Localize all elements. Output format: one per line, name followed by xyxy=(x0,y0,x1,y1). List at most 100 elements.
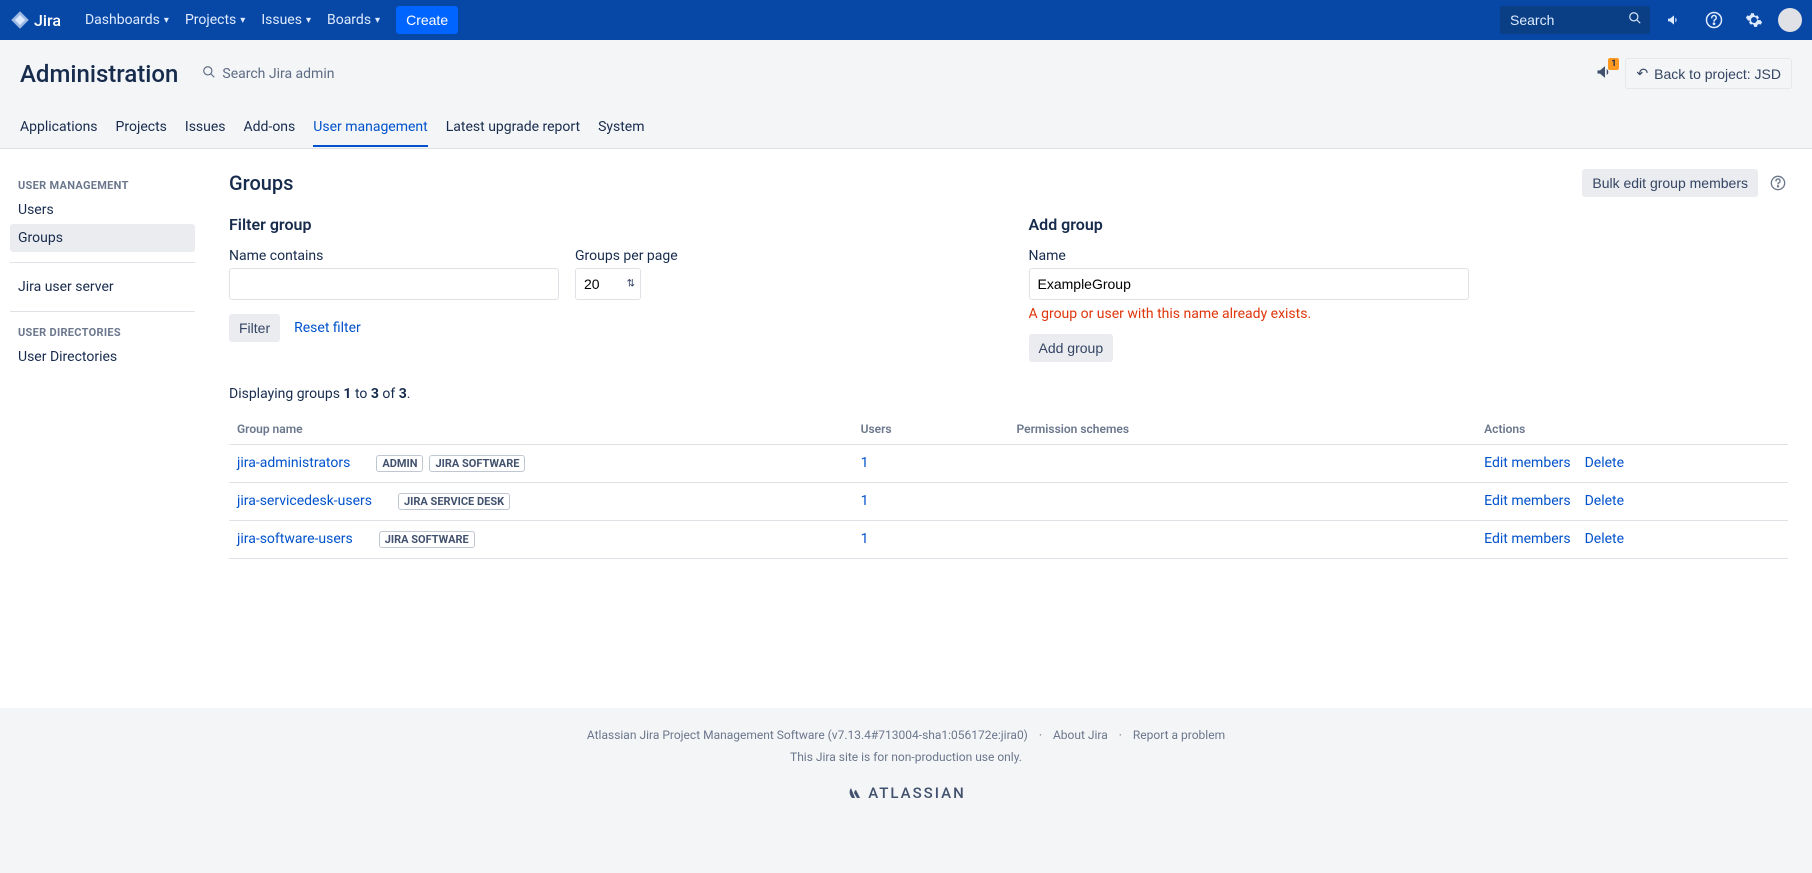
table-row: jira-servicedesk-users JIRA SERVICE DESK 1… xyxy=(229,483,1788,521)
edit-members-link[interactable]: Edit members xyxy=(1484,531,1570,547)
report-problem-link[interactable]: Report a problem xyxy=(1133,728,1225,742)
search-icon xyxy=(202,65,216,83)
group-badge: JIRA SOFTWARE xyxy=(429,455,525,472)
group-badge: JIRA SERVICE DESK xyxy=(398,493,510,510)
feedback-badge: 1 xyxy=(1608,58,1619,70)
permission-schemes-cell xyxy=(1008,445,1476,483)
topbar-nav: Dashboards▾ Projects▾ Issues▾ Boards▾ Cr… xyxy=(77,0,1500,40)
sidebar: USER MANAGEMENTUsersGroups Jira user serv… xyxy=(0,149,205,708)
back-to-project-button[interactable]: ↶ Back to project: JSD xyxy=(1625,58,1792,89)
help-icon[interactable] xyxy=(1698,4,1730,36)
nav-dashboards[interactable]: Dashboards▾ xyxy=(77,0,177,40)
admin-tab[interactable]: Applications xyxy=(20,113,98,147)
admin-tab[interactable]: Add-ons xyxy=(244,113,296,147)
chevron-down-icon: ▾ xyxy=(306,15,311,26)
topbar-search-input[interactable] xyxy=(1500,6,1650,34)
chevron-down-icon: ▾ xyxy=(240,15,245,26)
add-heading: Add group xyxy=(1029,215,1789,234)
sidebar-item[interactable]: User Directories xyxy=(10,343,195,371)
add-name-label: Name xyxy=(1029,248,1789,264)
topbar-right xyxy=(1500,4,1802,36)
sidebar-item[interactable]: Jira user server xyxy=(10,273,195,301)
add-group-section: Add group Name A group or user with this… xyxy=(1029,215,1789,362)
admin-search-label: Search Jira admin xyxy=(222,66,334,82)
feedback-icon[interactable]: 1 xyxy=(1595,62,1615,86)
table-header: Users xyxy=(853,414,1009,445)
bulk-edit-button[interactable]: Bulk edit group members xyxy=(1582,169,1758,197)
content-title: Groups xyxy=(229,171,293,195)
admin-tab[interactable]: Projects xyxy=(116,113,167,147)
sidebar-item[interactable]: Groups xyxy=(10,224,195,252)
reset-filter-link[interactable]: Reset filter xyxy=(294,320,361,336)
table-row: jira-administrators ADMIN JIRA SOFTWARE 1 Ed… xyxy=(229,445,1788,483)
perpage-select[interactable] xyxy=(575,268,641,300)
admin-tabs: Applications Projects Issues Add-ons User ma… xyxy=(20,113,1792,148)
filter-heading: Filter group xyxy=(229,215,989,234)
logo-text: Jira xyxy=(34,11,61,30)
atlassian-icon xyxy=(846,785,862,801)
admin-tab[interactable]: Latest upgrade report xyxy=(446,113,580,147)
add-group-button[interactable]: Add group xyxy=(1029,334,1114,362)
add-error-text: A group or user with this name already e… xyxy=(1029,306,1789,322)
add-name-input[interactable] xyxy=(1029,268,1469,300)
help-icon[interactable] xyxy=(1768,173,1788,193)
main: USER MANAGEMENTUsersGroupsJira user serv… xyxy=(0,148,1812,708)
back-arrow-icon: ↶ xyxy=(1636,65,1648,82)
filter-group-section: Filter group Name contains Groups per pa… xyxy=(229,215,989,362)
group-name-link[interactable]: jira-software-users xyxy=(237,531,353,547)
name-contains-label: Name contains xyxy=(229,248,559,264)
users-count-link[interactable]: 1 xyxy=(861,531,869,547)
edit-members-link[interactable]: Edit members xyxy=(1484,493,1570,509)
footer: Atlassian Jira Project Management Softwa… xyxy=(0,708,1812,824)
nav-issues[interactable]: Issues▾ xyxy=(253,0,319,40)
sidebar-item[interactable]: Users xyxy=(10,196,195,224)
delete-link[interactable]: Delete xyxy=(1585,531,1624,547)
perpage-label: Groups per page xyxy=(575,248,678,264)
atlassian-logo[interactable]: ATLASSIAN xyxy=(846,784,966,802)
table-row: jira-software-users JIRA SOFTWARE 1 Edit me… xyxy=(229,521,1788,559)
groups-table: Group nameUsersPermission schemesActions… xyxy=(229,414,1788,559)
delete-link[interactable]: Delete xyxy=(1585,455,1624,471)
page-title: Administration xyxy=(20,60,178,88)
delete-link[interactable]: Delete xyxy=(1585,493,1624,509)
filter-button[interactable]: Filter xyxy=(229,314,280,342)
admin-search-link[interactable]: Search Jira admin xyxy=(202,65,334,83)
admin-tab[interactable]: Issues xyxy=(185,113,226,147)
topbar: Jira Dashboards▾ Projects▾ Issues▾ Board… xyxy=(0,0,1812,40)
group-badge: JIRA SOFTWARE xyxy=(379,531,475,548)
users-count-link[interactable]: 1 xyxy=(861,455,869,471)
display-count-text: Displaying groups 1 to 3 of 3. xyxy=(229,386,1788,402)
avatar[interactable] xyxy=(1778,8,1802,32)
chevron-down-icon: ▾ xyxy=(375,15,380,26)
nav-boards[interactable]: Boards▾ xyxy=(319,0,388,40)
about-jira-link[interactable]: About Jira xyxy=(1053,728,1108,742)
footer-nonprod: This Jira site is for non-production use… xyxy=(20,750,1792,764)
jira-logo[interactable]: Jira xyxy=(10,10,61,30)
content: Groups Bulk edit group members Filter gr… xyxy=(205,149,1812,708)
name-contains-input[interactable] xyxy=(229,268,559,300)
back-label: Back to project: JSD xyxy=(1654,66,1781,82)
nav-projects[interactable]: Projects▾ xyxy=(177,0,253,40)
admin-tab[interactable]: System xyxy=(598,113,644,147)
create-button[interactable]: Create xyxy=(396,6,458,34)
permission-schemes-cell xyxy=(1008,521,1476,559)
table-header: Group name xyxy=(229,414,853,445)
chevron-down-icon: ▾ xyxy=(164,15,169,26)
users-count-link[interactable]: 1 xyxy=(861,493,869,509)
footer-version: Atlassian Jira Project Management Softwa… xyxy=(587,728,1028,742)
megaphone-icon[interactable] xyxy=(1658,4,1690,36)
admin-header: Administration Search Jira admin 1 ↶ Bac… xyxy=(0,40,1812,148)
admin-tab[interactable]: User management xyxy=(313,113,427,147)
table-header: Permission schemes xyxy=(1008,414,1476,445)
edit-members-link[interactable]: Edit members xyxy=(1484,455,1570,471)
gear-icon[interactable] xyxy=(1738,4,1770,36)
table-header: Actions xyxy=(1476,414,1788,445)
group-name-link[interactable]: jira-servicedesk-users xyxy=(237,493,372,509)
topbar-search-wrap xyxy=(1500,6,1650,34)
sidebar-section-label: USER MANAGEMENT xyxy=(10,175,195,196)
permission-schemes-cell xyxy=(1008,483,1476,521)
group-badge: ADMIN xyxy=(376,455,423,472)
group-name-link[interactable]: jira-administrators xyxy=(237,455,350,471)
jira-icon xyxy=(10,10,30,30)
sidebar-section-label: USER DIRECTORIES xyxy=(10,322,195,343)
